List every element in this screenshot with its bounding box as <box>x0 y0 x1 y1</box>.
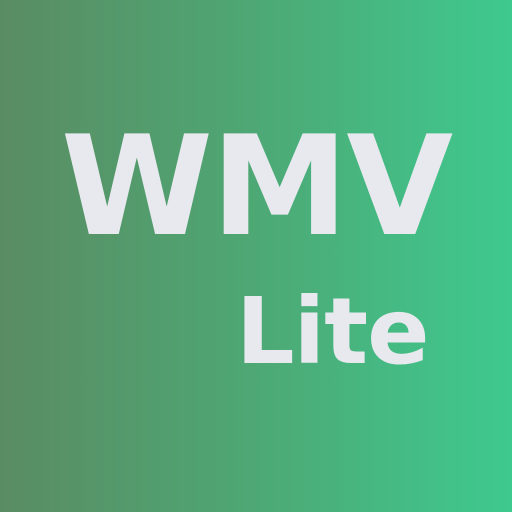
app-icon-subtitle: Lite <box>236 278 430 385</box>
app-icon: WMV Lite <box>0 0 512 512</box>
app-icon-title: WMV <box>60 106 453 267</box>
